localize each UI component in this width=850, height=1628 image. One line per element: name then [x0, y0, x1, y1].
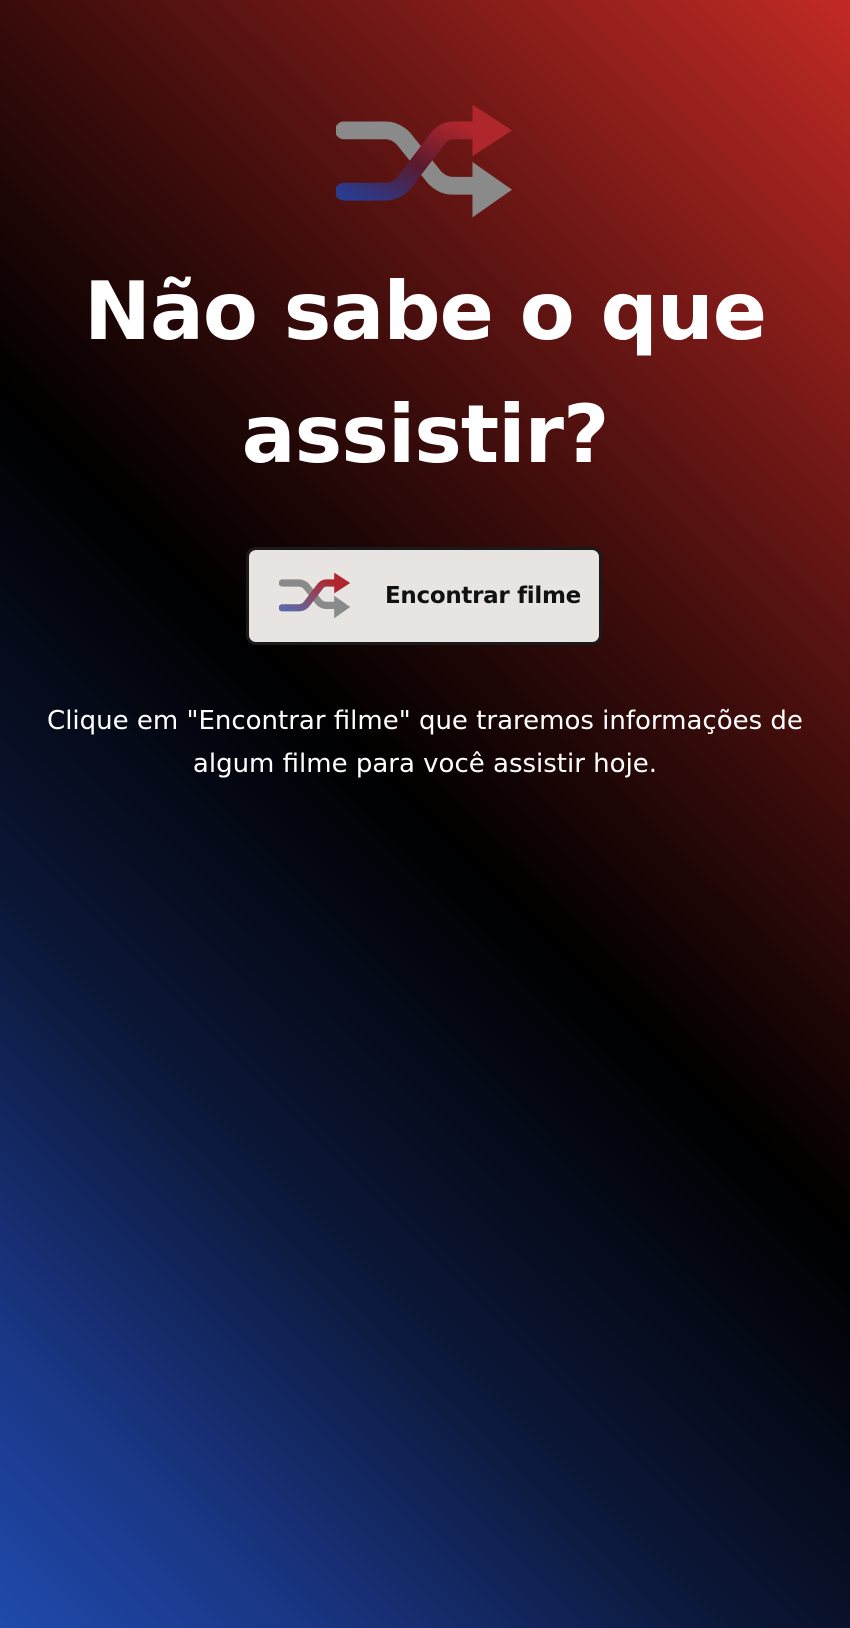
- find-movie-button[interactable]: Encontrar filme: [246, 547, 602, 645]
- find-movie-button-label: Encontrar filme: [385, 583, 581, 609]
- description-text: Clique em "Encontrar filme" que traremos…: [47, 706, 803, 779]
- shuffle-icon: [279, 571, 351, 621]
- shuffle-icon: [336, 100, 514, 225]
- page-title: Não sabe o que assistir?: [83, 265, 767, 481]
